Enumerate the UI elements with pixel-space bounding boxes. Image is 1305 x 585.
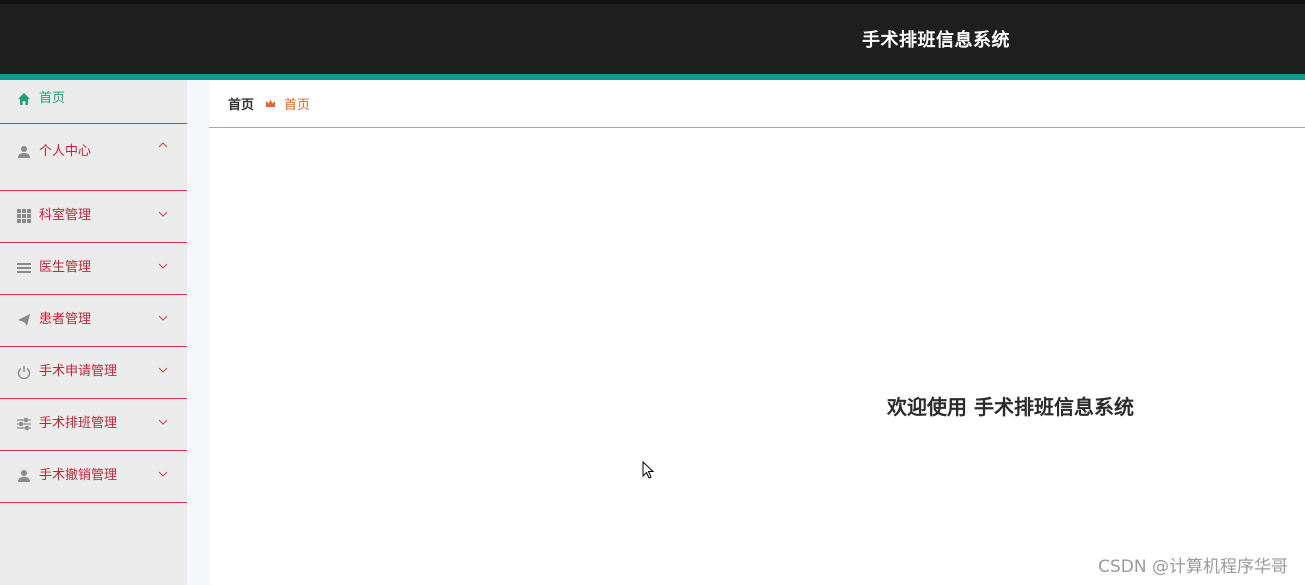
breadcrumb: 首页 首页 [209, 80, 1305, 128]
sidebar-item-label: 手术撤销管理 [39, 468, 118, 483]
watermark: CSDN @计算机程序华哥 [1098, 557, 1288, 577]
welcome-message: 欢迎使用 手术排班信息系统 [887, 395, 1134, 419]
chevron-down-icon [158, 471, 168, 477]
sidebar-item-label: 首页 [39, 91, 66, 106]
sidebar-item-home[interactable]: 首页 [0, 80, 187, 124]
chevron-down-icon [158, 263, 168, 269]
sliders-icon [16, 416, 32, 432]
sidebar-item-personal-center[interactable]: 个人中心 [0, 124, 187, 191]
send-icon [16, 312, 32, 328]
sidebar-item-department[interactable]: 科室管理 [0, 191, 187, 243]
grid-icon [16, 208, 32, 224]
sidebar-item-label: 个人中心 [39, 144, 92, 159]
list-icon [16, 260, 32, 276]
user-icon [16, 144, 32, 160]
power-icon [16, 364, 32, 380]
chevron-down-icon [158, 315, 168, 321]
chevron-down-icon [158, 367, 168, 373]
chevron-up-icon [158, 142, 168, 148]
sidebar-item-label: 医生管理 [39, 260, 92, 275]
main-content: 首页 首页 欢迎使用 手术排班信息系统 [209, 80, 1305, 585]
breadcrumb-root[interactable]: 首页 [228, 94, 254, 113]
user-icon [16, 468, 32, 484]
chevron-down-icon [158, 419, 168, 425]
sidebar-item-patient[interactable]: 患者管理 [0, 295, 187, 347]
top-header: 手术排班信息系统 [0, 0, 1305, 74]
sidebar: 首页 个人中心 科室管理 医生管理 患者管理 手术申请管理 手术排班管理 手术撤… [0, 80, 187, 585]
sidebar-item-doctor[interactable]: 医生管理 [0, 243, 187, 295]
content-gutter [187, 80, 209, 585]
crown-icon [264, 98, 276, 110]
sidebar-item-label: 科室管理 [39, 208, 92, 223]
sidebar-item-label: 患者管理 [39, 312, 92, 327]
mouse-cursor-icon [642, 461, 655, 479]
sidebar-item-surgery-cancel[interactable]: 手术撤销管理 [0, 451, 187, 503]
sidebar-item-label: 手术排班管理 [39, 416, 118, 431]
sidebar-item-surgery-request[interactable]: 手术申请管理 [0, 347, 187, 399]
sidebar-item-surgery-schedule[interactable]: 手术排班管理 [0, 399, 187, 451]
chevron-down-icon [158, 211, 168, 217]
breadcrumb-current: 首页 [284, 98, 311, 113]
app-title: 手术排班信息系统 [862, 30, 1010, 51]
home-icon [16, 91, 32, 107]
sidebar-item-label: 手术申请管理 [39, 364, 118, 379]
